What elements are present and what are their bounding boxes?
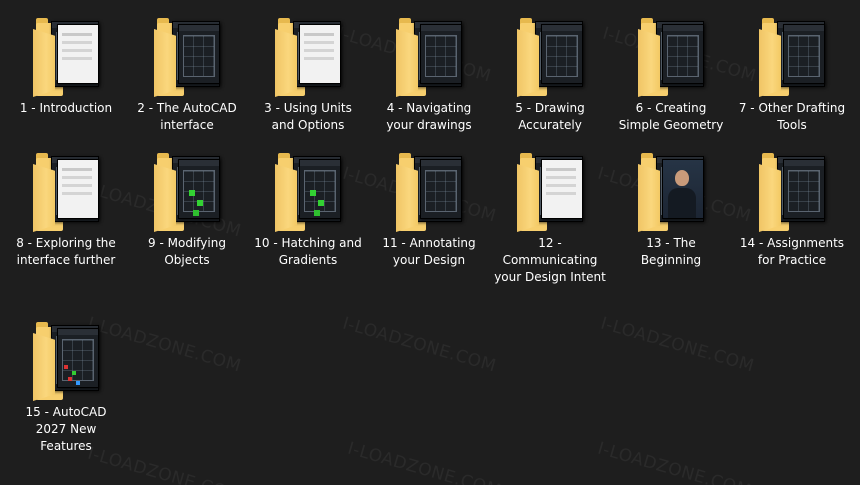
- folder-thumbnail: [420, 24, 462, 84]
- folder-thumbnail: [541, 24, 583, 84]
- file-explorer-view: I-LOADZONE.COM I-LOADZONE.COM I-LOADZONE…: [0, 0, 860, 485]
- folder-thumbnail: [662, 24, 704, 84]
- folder-label: 4 - Navigating your drawings: [386, 101, 472, 132]
- folder-thumbnail: [783, 24, 825, 84]
- folder-item[interactable]: 5 - Drawing Accurately: [496, 17, 604, 134]
- folder-item[interactable]: 8 - Exploring the interface further: [12, 152, 120, 269]
- folder-thumbnail: [178, 159, 220, 219]
- folder-label: 10 - Hatching and Gradients: [254, 236, 362, 267]
- folder-label: 14 - Assignments for Practice: [739, 236, 845, 267]
- folder-icon: [759, 152, 825, 232]
- folder-label: 9 - Modifying Objects: [148, 236, 226, 267]
- folder-label: 8 - Exploring the interface further: [16, 236, 116, 267]
- folder-item[interactable]: 9 - Modifying Objects: [133, 152, 241, 269]
- folder-item[interactable]: 13 - The Beginning: [617, 152, 725, 269]
- folder-item[interactable]: 4 - Navigating your drawings: [375, 17, 483, 134]
- folder-item[interactable]: 11 - Annotating your Design: [375, 152, 483, 269]
- folder-item[interactable]: 1 - Introduction: [12, 17, 120, 117]
- folder-thumbnail: [178, 24, 220, 84]
- folder-thumbnail: [541, 159, 583, 219]
- folder-label: 1 - Introduction: [19, 101, 113, 115]
- folder-icon: [275, 17, 341, 97]
- watermark: I-LOADZONE.COM: [340, 313, 499, 377]
- folder-icon: [638, 17, 704, 97]
- folder-item[interactable]: 15 - AutoCAD 2027 New Features: [12, 321, 120, 455]
- folder-label: 11 - Annotating your Design: [382, 236, 476, 267]
- folder-icon: [154, 17, 220, 97]
- folder-label: 6 - Creating Simple Geometry: [618, 101, 724, 132]
- folder-label: 2 - The AutoCAD interface: [137, 101, 237, 132]
- folder-label: 5 - Drawing Accurately: [515, 101, 585, 132]
- folder-icon: [33, 321, 99, 401]
- folder-thumbnail: [420, 159, 462, 219]
- folder-thumbnail: [783, 159, 825, 219]
- folder-thumbnail: [57, 328, 99, 388]
- folder-thumbnail: [662, 159, 704, 219]
- watermark: I-LOADZONE.COM: [595, 438, 754, 485]
- folder-icon: [33, 152, 99, 232]
- folder-label: 3 - Using Units and Options: [264, 101, 352, 132]
- folder-icon: [275, 152, 341, 232]
- folder-icon: [759, 17, 825, 97]
- folder-icon: [33, 17, 99, 97]
- folder-icon: [396, 152, 462, 232]
- folder-item[interactable]: 3 - Using Units and Options: [254, 17, 362, 134]
- folder-icon: [154, 152, 220, 232]
- folder-icon: [517, 17, 583, 97]
- watermark: I-LOADZONE.COM: [345, 438, 504, 485]
- folder-item[interactable]: 2 - The AutoCAD interface: [133, 17, 241, 134]
- folder-icon: [517, 152, 583, 232]
- folder-label: 15 - AutoCAD 2027 New Features: [25, 405, 107, 453]
- folder-label: 12 - Communicating your Design Intent: [494, 236, 606, 284]
- watermark: I-LOADZONE.COM: [598, 313, 757, 377]
- folder-thumbnail: [57, 159, 99, 219]
- folder-item[interactable]: 10 - Hatching and Gradients: [254, 152, 362, 269]
- folder-thumbnail: [57, 24, 99, 84]
- folder-thumbnail: [299, 24, 341, 84]
- folder-thumbnail: [299, 159, 341, 219]
- folder-label: 7 - Other Drafting Tools: [738, 101, 846, 132]
- folder-label: 13 - The Beginning: [640, 236, 702, 267]
- folder-item[interactable]: 12 - Communicating your Design Intent: [494, 152, 606, 286]
- folder-item[interactable]: 7 - Other Drafting Tools: [738, 17, 846, 134]
- folder-icon: [638, 152, 704, 232]
- folder-item[interactable]: 14 - Assignments for Practice: [738, 152, 846, 269]
- folder-icon: [396, 17, 462, 97]
- folder-item[interactable]: 6 - Creating Simple Geometry: [617, 17, 725, 134]
